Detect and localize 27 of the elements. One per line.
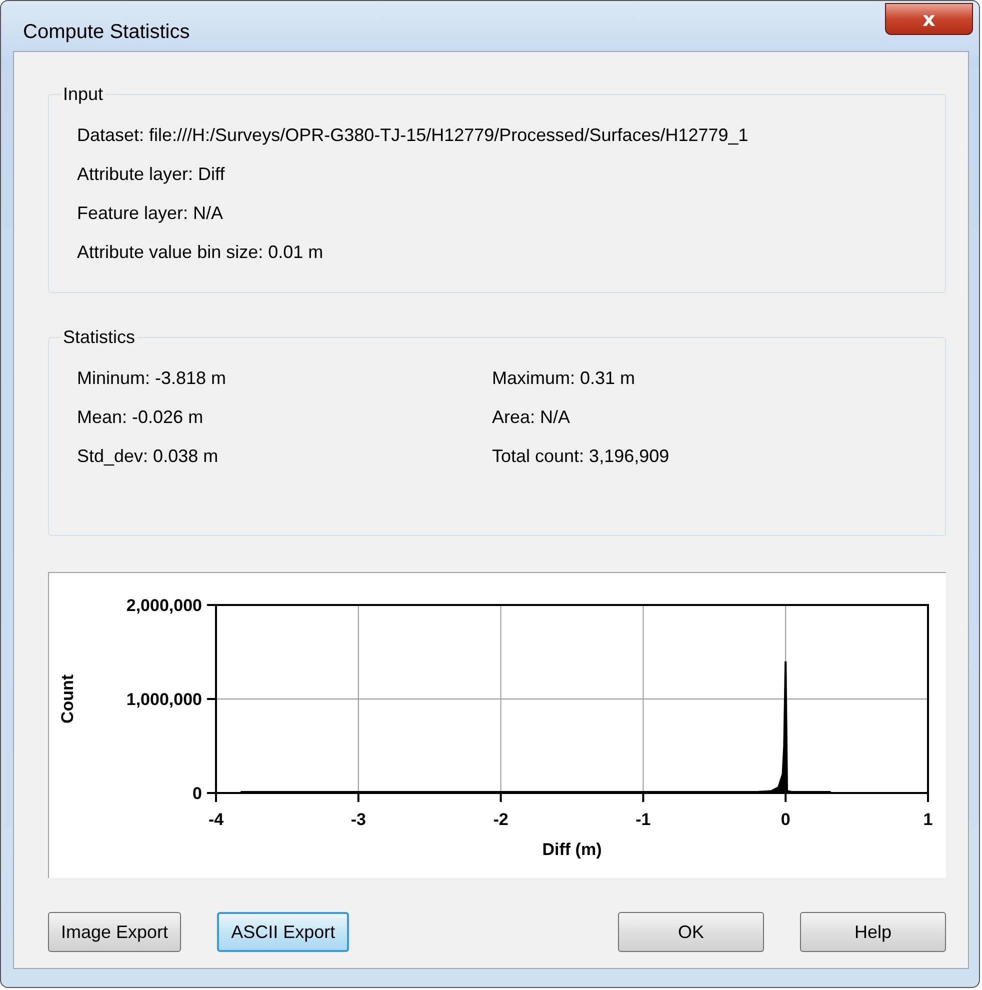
x-tick-label: -2 xyxy=(493,810,508,829)
y-tick-label: 0 xyxy=(192,784,202,803)
y-tick-label: 1,000,000 xyxy=(126,690,202,709)
dialog-button[interactable]: Image Export xyxy=(48,912,182,952)
x-tick-label: -1 xyxy=(636,810,651,829)
input-info-text: Attribute value bin size: 0.01 m xyxy=(77,241,324,264)
y-axis-title: Count xyxy=(58,674,77,724)
dialog-button[interactable]: ASCII Export xyxy=(217,912,350,952)
statistic-text: Std_dev: 0.038 m xyxy=(77,445,220,468)
x-tick-label: 1 xyxy=(923,810,933,829)
dialog-button[interactable]: OK xyxy=(618,912,764,952)
dialog-button[interactable]: Help xyxy=(800,912,946,952)
window-title: Compute Statistics xyxy=(23,21,190,44)
statistic-text: Total count: 3,196,909 xyxy=(492,445,670,468)
x-tick-label: 0 xyxy=(780,810,790,829)
statistic-text: Mean: -0.026 m xyxy=(77,406,204,429)
x-axis-title: Diff (m) xyxy=(542,840,602,859)
input-info-text: Feature layer: N/A xyxy=(77,202,224,225)
x-tick-label: -4 xyxy=(208,810,224,829)
statistic-text: Area: N/A xyxy=(492,406,572,429)
x-tick-label: -3 xyxy=(350,810,366,829)
statistic-text: Maximum: 0.31 m xyxy=(492,367,636,390)
statistic-text: Mininum: -3.818 m xyxy=(77,367,228,390)
y-tick-label: 2,000,000 xyxy=(126,596,202,615)
input-info-text: Attribute layer: Diff xyxy=(77,163,226,186)
close-button[interactable]: x xyxy=(885,3,973,35)
input-info-text: Dataset: file:///H:/Surveys/OPR-G380-TJ-15/H12779/Processed/Surfaces/H12779_1 xyxy=(77,124,750,147)
